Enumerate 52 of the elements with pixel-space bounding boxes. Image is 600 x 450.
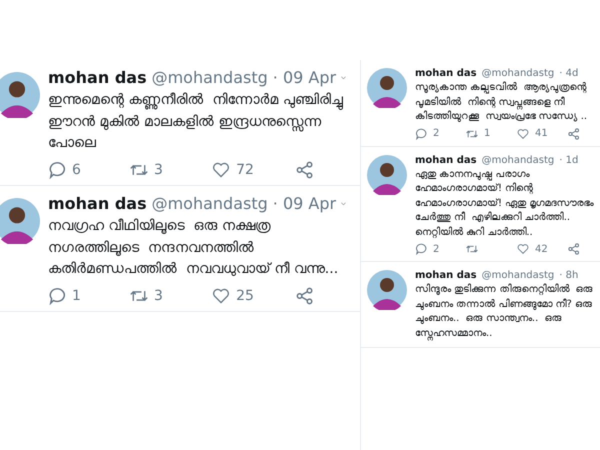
tweet-time: · 1d <box>559 154 578 166</box>
user-handle: @mohandastg <box>482 68 554 79</box>
tweet-text: ഇന്നുമെന്റെ കണ്ണുനീരിൽ നിന്നോർമ പുഞ്ചിരിച്ചു ഈറൻ മുകിൽ മാലകളിൽ ഇന്ദ്രധനുസ്സെന്ന പോലെ <box>48 91 344 154</box>
retweet-count: 3 <box>154 288 163 304</box>
tweet-time: · 4d <box>559 68 578 79</box>
user-handle: @mohandastg <box>152 68 268 87</box>
user-handle: @mohandastg <box>152 194 268 214</box>
heart-icon[interactable] <box>517 243 529 255</box>
tweet-text: ഏതു കാനനപുഷ്പ പരാഗം ഹേമാംഗരാഗമായ്! നിന്റെ ഹേമാംഗരാഗമായ്! ഏതു മൃഗമദസൗരഭം ചേർത്തു നീ എഴിലക്കുറി ചാർത്തി.. നെറ്റിയിൽ കുറി ചാർത്തി.. <box>415 168 594 240</box>
reply-icon[interactable] <box>415 243 427 255</box>
retweet-count: 1 <box>484 128 490 139</box>
reply-icon[interactable] <box>48 161 66 180</box>
chevron-down-icon[interactable] <box>341 200 346 208</box>
user-name[interactable]: mohan das <box>415 154 477 166</box>
avatar-silhouette-icon <box>0 72 40 118</box>
like-count: 41 <box>535 128 548 139</box>
user-name[interactable]: mohan das <box>415 270 477 281</box>
reply-icon[interactable] <box>48 287 66 306</box>
like-count: 25 <box>236 288 254 304</box>
tweet-text: നവഗ്രഹ വീഥിയിലൂടെ ഒരു നക്ഷത്ര നഗരത്തിലൂടെ നന്ദനവനത്തിൽ കതിർമണ്ഡപത്തിൽ നവവധുവായ് നീ വന്നു... <box>48 217 340 280</box>
tweet-text: സൂര്യകാന്ത കല്പടവിൽ ആര്യപുത്രന്റെ പൂമടിയിൽ നിന്റെ സ്വപ്നങ്ങളെ നീ കിടത്തിയുറക്കൂ സ്വയംപ്രഭേ സന്ധ്യേ .. <box>415 81 588 124</box>
user-name[interactable]: mohan das <box>48 68 147 87</box>
retweet-icon[interactable] <box>466 243 478 255</box>
chevron-down-icon[interactable] <box>341 74 346 82</box>
user-name[interactable]: mohan das <box>415 68 477 79</box>
reply-count: 1 <box>72 288 81 304</box>
share-icon[interactable] <box>568 128 580 140</box>
share-icon[interactable] <box>568 243 580 255</box>
avatar-silhouette-icon <box>367 270 407 310</box>
share-icon[interactable] <box>296 161 314 180</box>
tweet-time: · 09 Apr <box>272 194 336 214</box>
user-name[interactable]: mohan das <box>48 194 147 214</box>
heart-icon[interactable] <box>212 161 230 180</box>
user-handle: @mohandastg <box>482 270 554 281</box>
reply-count: 6 <box>72 162 81 178</box>
tweet-time: · 09 Apr <box>272 68 336 87</box>
heart-icon[interactable] <box>517 128 529 140</box>
share-icon[interactable] <box>296 287 314 306</box>
reply-count: 2 <box>433 244 440 254</box>
retweet-icon[interactable] <box>466 128 478 140</box>
avatar-silhouette-icon <box>367 154 407 194</box>
reply-count: 2 <box>433 128 440 139</box>
heart-icon[interactable] <box>212 287 230 306</box>
reply-icon[interactable] <box>415 128 427 140</box>
avatar-silhouette-icon <box>0 198 40 244</box>
tweet-time: · 8h <box>559 270 578 281</box>
retweet-count: 3 <box>154 162 163 178</box>
tweet-text: സിന്ദൂരം തുടിക്കുന്ന തിരുനെറ്റിയിൽ ഒരു ചുംബനം തന്നാൽ പിണങ്ങുമോ നീ? ഒരു ചുംബനം.. ഒരു സാന്ത്വനം.. ഒരു സ്നേഹസമ്മാനം.. <box>415 283 594 341</box>
like-count: 42 <box>535 244 548 254</box>
avatar-silhouette-icon <box>367 68 407 108</box>
user-handle: @mohandastg <box>482 154 554 166</box>
like-count: 72 <box>236 162 254 178</box>
